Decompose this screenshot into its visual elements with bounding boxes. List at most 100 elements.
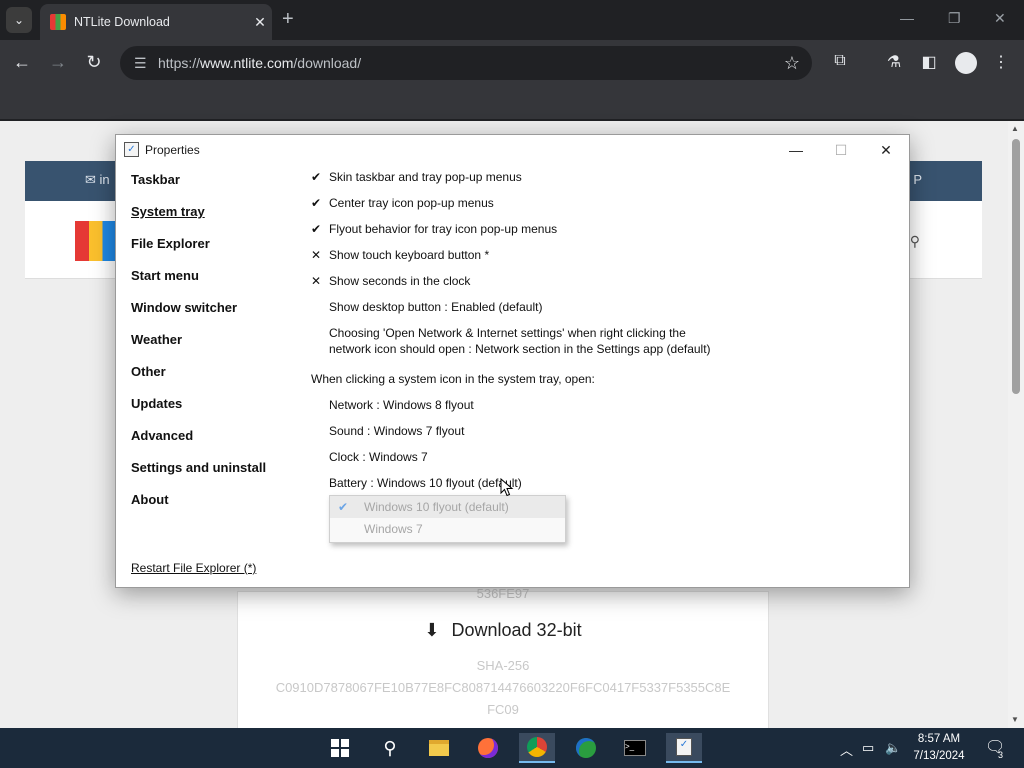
sidebar-item-settings-and-uninstall[interactable]: Settings and uninstall [131, 460, 301, 492]
sidebar-item-other[interactable]: Other [131, 364, 301, 396]
firefox-icon [478, 738, 498, 758]
volume-muted-icon[interactable]: 🔈 [885, 740, 901, 756]
tray-item-network[interactable]: Network : Windows 8 flyout [311, 397, 891, 423]
internet-explorer-icon [576, 738, 596, 758]
extensions-icon[interactable]: ⧉ [829, 52, 851, 70]
dialog-minimize-button[interactable]: — [780, 139, 812, 161]
chrome-taskbar-icon[interactable] [519, 733, 555, 763]
scroll-up-arrow-icon[interactable]: ▲ [1011, 124, 1019, 133]
file-explorer-taskbar-icon[interactable] [421, 733, 457, 763]
option-skin-menus[interactable]: ✔ Skin taskbar and tray pop-up menus [311, 169, 891, 195]
edge-taskbar-icon[interactable] [568, 733, 604, 763]
option-flyout-behavior[interactable]: ✔ Flyout behavior for tray icon pop-up me… [311, 221, 891, 247]
tab-search-button[interactable]: ⌄ [6, 7, 32, 33]
scrollbar-thumb[interactable] [1012, 139, 1020, 394]
sidebar-item-start-menu[interactable]: Start menu [131, 268, 301, 300]
properties-app-icon: ✓ [676, 738, 692, 756]
show-hidden-icons-chevron-icon[interactable]: ︿ [840, 740, 853, 759]
profile-avatar[interactable] [955, 52, 977, 74]
browser-toolbar: ← → ↻ ☰ https://www.ntlite.com/download/… [0, 40, 1024, 86]
battery-flyout-dropdown: ✔ Windows 10 flyout (default) Windows 7 [329, 495, 566, 543]
terminal-icon: >_ [624, 740, 646, 756]
selected-check-icon: ✔ [338, 500, 349, 514]
dialog-maximize-button[interactable]: ☐ [825, 139, 857, 161]
cross-icon: ✕ [311, 274, 322, 288]
minimize-window-button[interactable]: — [900, 10, 914, 26]
start-button[interactable] [322, 733, 358, 763]
dialog-title: Properties [145, 143, 200, 157]
hash-text-above: 536FE97 [476, 586, 530, 601]
windows-logo-icon [331, 739, 349, 757]
cross-icon: ✕ [311, 248, 322, 262]
properties-app-icon: ✓ [124, 142, 139, 157]
scroll-down-arrow-icon[interactable]: ▼ [1011, 715, 1019, 724]
dropdown-option-windows-7[interactable]: Windows 7 [330, 518, 565, 540]
checkmark-icon: ✔ [311, 196, 322, 210]
chrome-icon [527, 737, 547, 757]
tray-click-heading: When clicking a system icon in the syste… [311, 372, 595, 386]
sidebar-item-about[interactable]: About [131, 492, 301, 524]
properties-taskbar-icon[interactable]: ✓ [666, 733, 702, 763]
site-top-right-link[interactable]: P [913, 172, 922, 187]
checkmark-icon: ✔ [311, 170, 322, 184]
tab-title: NTLite Download [74, 15, 170, 29]
option-show-seconds[interactable]: ✕ Show seconds in the clock [311, 273, 891, 299]
site-info-icon[interactable]: ☰ [134, 55, 154, 72]
tray-item-sound[interactable]: Sound : Windows 7 flyout [311, 423, 891, 449]
settings-sidebar: Taskbar System tray File Explorer Start … [131, 172, 301, 524]
site-search-icon[interactable]: ⚲ [910, 233, 920, 250]
sidebar-item-file-explorer[interactable]: File Explorer [131, 236, 301, 268]
chrome-menu-icon[interactable]: ⋮ [990, 52, 1012, 72]
windows-taskbar: ⚲ >_ ✓ ︿ ▭ 🔈 8:57 AM 7/13/2024 🗨 3 [0, 728, 1024, 768]
sha-hash-line-1: C0910D7878067FE10B77E8FC808714476603220F… [275, 680, 731, 695]
bookmark-bar [0, 86, 1024, 120]
dialog-close-button[interactable]: ✕ [870, 139, 902, 161]
tray-item-clock[interactable]: Clock : Windows 7 [311, 449, 891, 475]
site-mail-link[interactable]: ✉ in [85, 172, 110, 188]
sidebar-item-advanced[interactable]: Advanced [131, 428, 301, 460]
network-icon[interactable]: ▭ [862, 740, 874, 756]
option-touch-keyboard[interactable]: ✕ Show touch keyboard button * [311, 247, 891, 273]
side-panel-icon[interactable]: ◧ [918, 52, 940, 72]
sidebar-item-window-switcher[interactable]: Window switcher [131, 300, 301, 332]
browser-tab[interactable]: NTLite Download ✕ [40, 4, 272, 40]
option-center-tray-menus[interactable]: ✔ Center tray icon pop-up menus [311, 195, 891, 221]
url-text: https://www.ntlite.com/download/ [158, 55, 362, 71]
clock-time: 8:57 AM [917, 733, 961, 745]
reload-button[interactable]: ↻ [82, 52, 106, 73]
option-show-desktop-button[interactable]: Show desktop button : Enabled (default) [311, 299, 891, 325]
search-icon[interactable]: ⚲ [372, 733, 408, 763]
sidebar-item-taskbar[interactable]: Taskbar [131, 172, 301, 204]
dialog-titlebar[interactable]: ✓ Properties — ☐ ✕ [116, 135, 909, 165]
browser-tabstrip: ⌄ NTLite Download ✕ + — ❐ ✕ [0, 0, 1024, 40]
sha-hash-line-2: FC09 [487, 702, 519, 717]
new-tab-button[interactable]: + [282, 8, 294, 31]
download-32bit-link[interactable]: ⬇ Download 32-bit [238, 620, 768, 641]
close-window-button[interactable]: ✕ [994, 10, 1006, 27]
back-button[interactable]: ← [10, 52, 34, 73]
address-bar[interactable]: ☰ https://www.ntlite.com/download/ ☆ [120, 46, 812, 80]
labs-flask-icon[interactable]: ⚗ [883, 52, 905, 72]
terminal-taskbar-icon[interactable]: >_ [617, 733, 653, 763]
forward-button[interactable]: → [46, 52, 70, 73]
taskbar-clock[interactable]: 8:57 AM 7/13/2024 [906, 731, 972, 765]
clock-date: 7/13/2024 [913, 750, 965, 762]
sidebar-item-system-tray[interactable]: System tray [131, 204, 301, 236]
restore-window-button[interactable]: ❐ [948, 10, 961, 27]
sidebar-item-updates[interactable]: Updates [131, 396, 301, 428]
sidebar-item-weather[interactable]: Weather [131, 332, 301, 364]
checkmark-icon: ✔ [311, 222, 322, 236]
ntlite-logo[interactable] [75, 221, 117, 261]
bookmark-star-icon[interactable]: ☆ [784, 53, 800, 74]
restart-file-explorer-link[interactable]: Restart File Explorer (*) [131, 561, 256, 575]
dropdown-option-windows-10[interactable]: ✔ Windows 10 flyout (default) [330, 496, 565, 518]
option-network-settings[interactable]: Choosing 'Open Network & Internet settin… [311, 325, 891, 371]
download-card: 536FE97 ⬇ Download 32-bit SHA-256 C0910D7… [237, 586, 769, 728]
notification-count-badge: 3 [998, 750, 1004, 760]
system-tray-options: ✔ Skin taskbar and tray pop-up menus ✔ Cen… [311, 169, 891, 501]
page-scrollbar[interactable]: ▲ ▼ [1008, 121, 1024, 728]
firefox-taskbar-icon[interactable] [470, 733, 506, 763]
properties-dialog: ✓ Properties — ☐ ✕ Taskbar System tray F… [115, 134, 910, 588]
tab-close-icon[interactable]: ✕ [248, 14, 272, 31]
mouse-cursor-icon [500, 478, 514, 497]
